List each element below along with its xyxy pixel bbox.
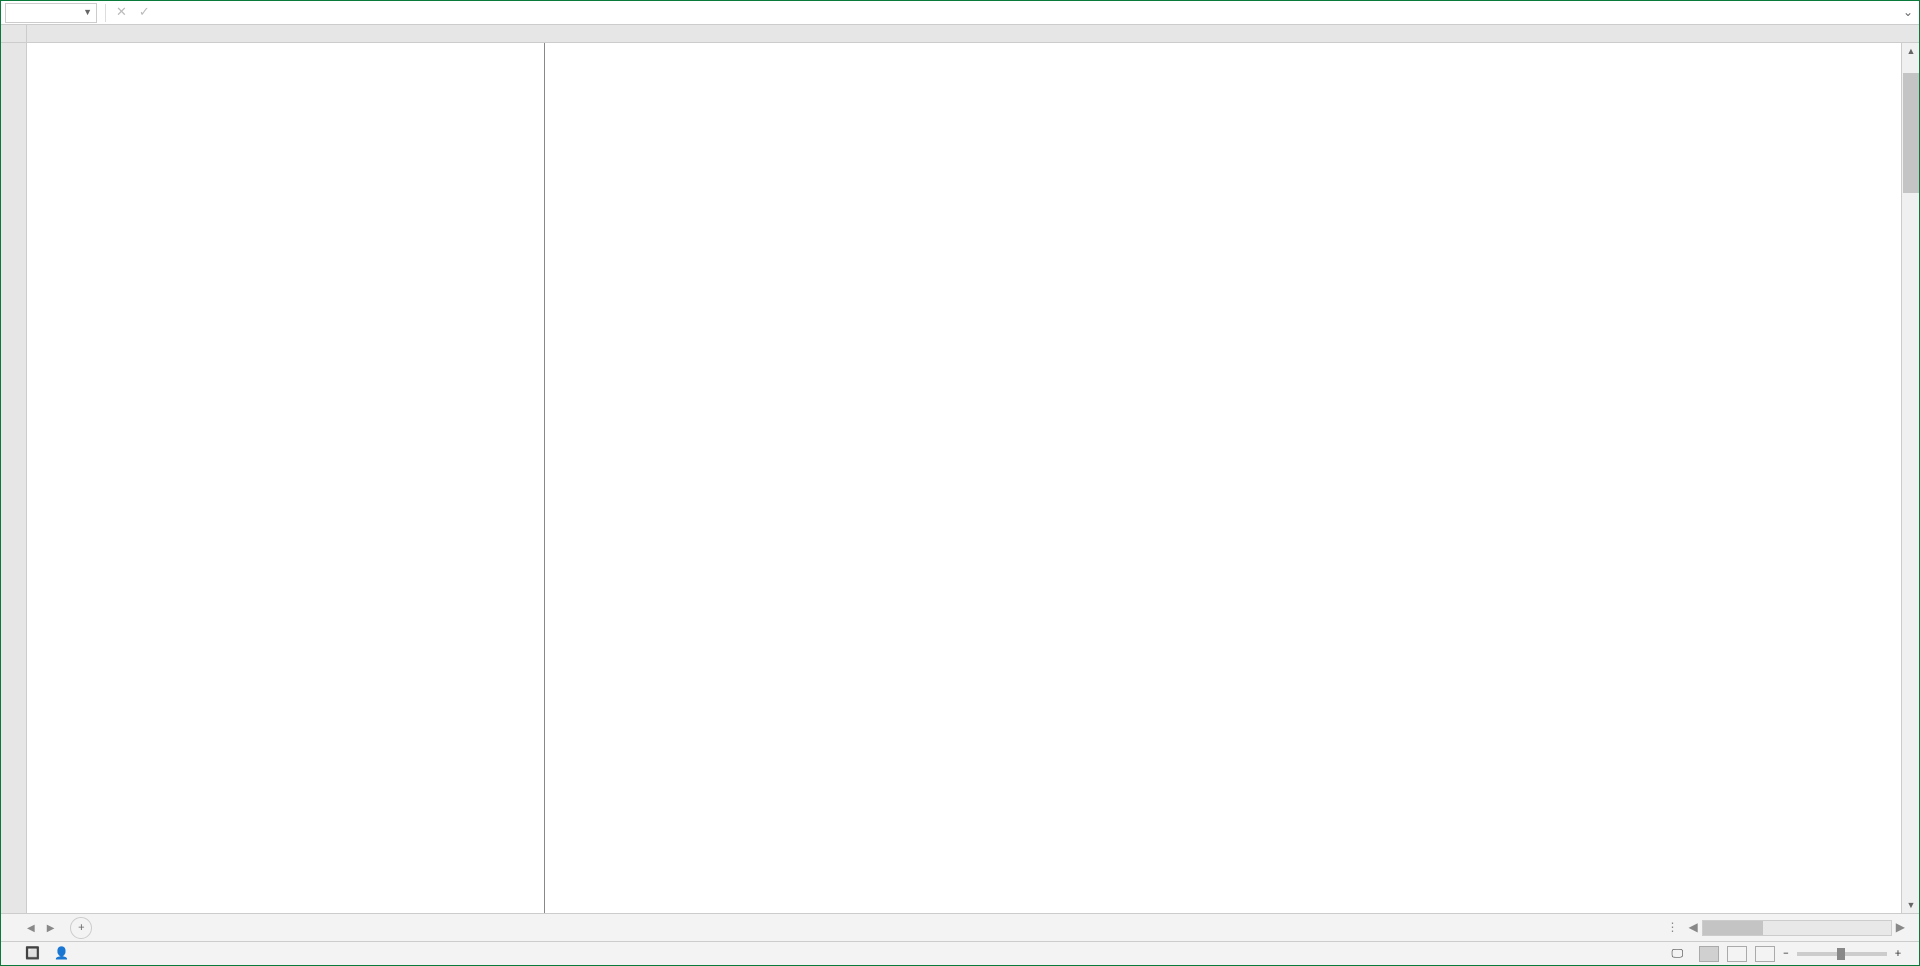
zoom-slider[interactable]	[1797, 952, 1887, 956]
add-sheet-button[interactable]: +	[70, 917, 92, 939]
vertical-scrollbar[interactable]: ▲ ▼	[1901, 43, 1919, 913]
view-layout-icon[interactable]	[1727, 946, 1747, 962]
zoom-out-icon[interactable]: −	[1783, 947, 1789, 961]
vscroll-thumb[interactable]	[1903, 73, 1919, 193]
freeze-line-vertical	[544, 43, 545, 913]
status-bar: 🔲 👤 🖵 − +	[1, 941, 1919, 965]
zoom-in-icon[interactable]: +	[1895, 947, 1901, 961]
tab-nav-next-icon[interactable]: ▶	[47, 921, 55, 934]
name-box[interactable]: ▼	[5, 3, 97, 23]
formula-input[interactable]	[168, 3, 1897, 23]
accessibility-icon[interactable]: 👤	[54, 946, 69, 961]
view-normal-icon[interactable]	[1699, 946, 1719, 962]
horizontal-scrollbar[interactable]: ⋮ ◀ ▶	[92, 920, 1919, 936]
tab-split-icon[interactable]: ⋮	[1667, 920, 1679, 935]
scroll-left-icon[interactable]: ◀	[1689, 920, 1698, 935]
scroll-up-icon[interactable]: ▲	[1902, 43, 1920, 59]
macro-record-icon[interactable]: 🔲	[25, 946, 40, 961]
scroll-right-icon[interactable]: ▶	[1896, 920, 1905, 935]
expand-formula-icon[interactable]: ⌄	[1903, 5, 1913, 20]
chevron-down-icon[interactable]: ▼	[83, 7, 92, 18]
sheet-body[interactable]	[27, 43, 1919, 913]
confirm-icon[interactable]: ✓	[139, 5, 150, 20]
cancel-icon[interactable]: ✕	[116, 5, 127, 20]
row-headers	[1, 43, 27, 913]
separator	[105, 4, 106, 22]
tab-nav-prev-icon[interactable]: ◀	[27, 921, 35, 934]
zoom-knob[interactable]	[1837, 948, 1845, 960]
view-pagebreak-icon[interactable]	[1755, 946, 1775, 962]
hscroll-track[interactable]	[1702, 920, 1892, 936]
hscroll-thumb[interactable]	[1703, 921, 1763, 935]
scroll-down-icon[interactable]: ▼	[1902, 897, 1920, 913]
column-headers	[1, 25, 1919, 43]
worksheet-grid[interactable]	[1, 43, 1919, 913]
sheet-tabs-bar: ◀ ▶ + ⋮ ◀ ▶	[1, 913, 1919, 941]
select-all-corner[interactable]	[1, 25, 27, 42]
display-settings-icon[interactable]: 🖵	[1671, 947, 1683, 961]
formula-bar: ▼ ✕ ✓ ⌄	[1, 1, 1919, 25]
